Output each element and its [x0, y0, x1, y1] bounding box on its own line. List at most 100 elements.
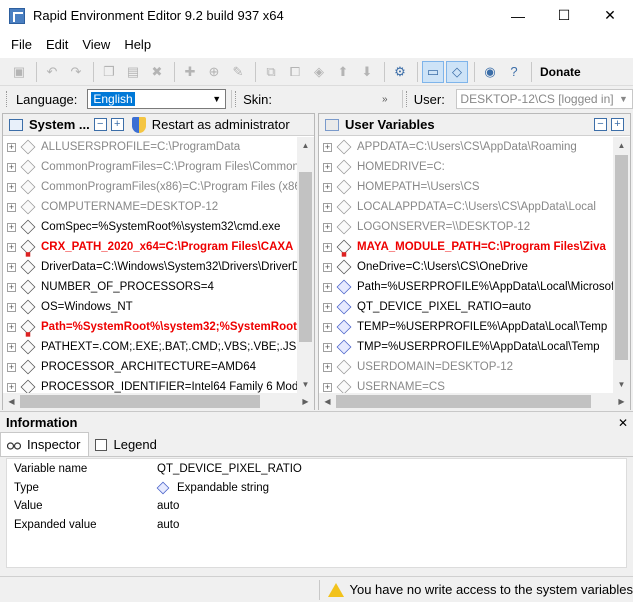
expand-icon[interactable]: +	[7, 202, 16, 212]
menu-view[interactable]: View	[75, 37, 117, 52]
list-item[interactable]: + Path=%USERPROFILE%\AppData\Local\Micros…	[319, 277, 613, 297]
save-icon[interactable]: ▣	[8, 61, 30, 83]
expand-icon[interactable]: +	[323, 142, 332, 152]
menu-edit[interactable]: Edit	[39, 37, 75, 52]
list-item[interactable]: + HOMEPATH=\Users\CS	[319, 177, 613, 197]
list-item[interactable]: + CommonProgramFiles(x86)=C:\Program File…	[3, 177, 297, 197]
list-item[interactable]: + COMPUTERNAME=DESKTOP-12	[3, 197, 297, 217]
clone-icon[interactable]: ⧠	[284, 61, 306, 83]
expand-icon[interactable]: +	[7, 362, 16, 372]
redo-icon[interactable]: ↷	[65, 61, 87, 83]
system-horizontal-scrollbar[interactable]: ◀ ▶	[3, 393, 314, 410]
list-item[interactable]: + LOCALAPPDATA=C:\Users\CS\AppData\Local	[319, 197, 613, 217]
collapse-all-button[interactable]: −	[594, 118, 607, 131]
maximize-button[interactable]: ☐	[541, 0, 587, 31]
scroll-down-icon[interactable]: ▼	[297, 376, 314, 393]
list-item[interactable]: + PROCESSOR_IDENTIFIER=Intel64 Family 6 M…	[3, 377, 297, 393]
expand-icon[interactable]: +	[323, 342, 332, 352]
scroll-left-icon[interactable]: ◀	[3, 393, 20, 410]
list-item[interactable]: + PROCESSOR_ARCHITECTURE=AMD64	[3, 357, 297, 377]
list-item[interactable]: + PATHEXT=.COM;.EXE;.BAT;.CMD;.VBS;.VBE;.…	[3, 337, 297, 357]
info-panel-icon[interactable]: ▭	[422, 60, 444, 83]
list-item[interactable]: + DriverData=C:\Windows\System32\Drivers\…	[3, 257, 297, 277]
expand-icon[interactable]: +	[7, 282, 16, 292]
menu-help[interactable]: Help	[117, 37, 158, 52]
expand-icon[interactable]: +	[7, 182, 16, 192]
list-item[interactable]: + NUMBER_OF_PROCESSORS=4	[3, 277, 297, 297]
expand-icon[interactable]: +	[323, 242, 332, 252]
list-item[interactable]: + TEMP=%USERPROFILE%\AppData\Local\Temp	[319, 317, 613, 337]
tab-inspector[interactable]: Inspector	[0, 432, 90, 456]
user-vertical-scrollbar[interactable]: ▲ ▼	[613, 137, 630, 393]
collapse-all-button[interactable]: −	[93, 118, 107, 131]
expand-icon[interactable]: +	[7, 302, 16, 312]
minimize-button[interactable]: —	[495, 0, 541, 31]
chevron-down-icon[interactable]: ▼	[615, 90, 632, 108]
expand-icon[interactable]: +	[7, 342, 16, 352]
scroll-thumb[interactable]	[615, 155, 628, 360]
menu-file[interactable]: File	[4, 37, 39, 52]
scroll-down-icon[interactable]: ▼	[613, 376, 630, 393]
expand-icon[interactable]: +	[323, 222, 332, 232]
list-item[interactable]: + USERNAME=CS	[319, 377, 613, 393]
move-down-icon[interactable]: ⬇	[356, 61, 378, 83]
web-icon[interactable]: ◉	[479, 61, 501, 83]
scroll-right-icon[interactable]: ▶	[613, 393, 630, 410]
restart-as-admin-button[interactable]: Restart as administrator	[152, 117, 290, 132]
tab-legend[interactable]: Legend	[89, 433, 164, 456]
list-item[interactable]: + USERDOMAIN=DESKTOP-12	[319, 357, 613, 377]
drag-handle[interactable]	[235, 91, 243, 107]
paste-icon[interactable]: ▤	[122, 61, 144, 83]
copy-icon[interactable]: ❐	[98, 61, 120, 83]
expand-icon[interactable]: +	[7, 222, 16, 232]
scroll-thumb[interactable]	[20, 395, 260, 408]
scroll-left-icon[interactable]: ◀	[319, 393, 336, 410]
list-item[interactable]: + QT_DEVICE_PIXEL_RATIO=auto	[319, 297, 613, 317]
list-item[interactable]: + TMP=%USERPROFILE%\AppData\Local\Temp	[319, 337, 613, 357]
user-horizontal-scrollbar[interactable]: ◀ ▶	[319, 393, 630, 410]
drag-handle[interactable]	[405, 91, 414, 107]
undo-icon[interactable]: ↶	[41, 61, 63, 83]
expand-icon[interactable]: +	[323, 162, 332, 172]
tag-icon[interactable]: ◈	[308, 61, 330, 83]
chevron-down-icon[interactable]: ▼	[208, 90, 225, 108]
expand-icon[interactable]: +	[323, 302, 332, 312]
expand-icon[interactable]: +	[7, 162, 16, 172]
list-item[interactable]: + APPDATA=C:\Users\CS\AppData\Roaming	[319, 137, 613, 157]
expand-icon[interactable]: +	[7, 262, 16, 272]
add-variable-icon[interactable]: ✚	[179, 61, 201, 83]
list-item[interactable]: + ComSpec=%SystemRoot%\system32\cmd.exe	[3, 217, 297, 237]
list-item[interactable]: + LOGONSERVER=\\DESKTOP-12	[319, 217, 613, 237]
scroll-thumb[interactable]	[336, 395, 591, 408]
close-button[interactable]: ✕	[587, 0, 633, 31]
donate-button[interactable]: Donate	[536, 65, 585, 79]
system-vertical-scrollbar[interactable]: ▲ ▼	[297, 137, 314, 393]
expand-icon[interactable]: +	[323, 322, 332, 332]
list-item[interactable]: + Path=%SystemRoot%\system32;%SystemRoot%	[3, 317, 297, 337]
edit-icon[interactable]: ✎	[227, 61, 249, 83]
language-select[interactable]: English ▼	[87, 89, 227, 109]
add-value-icon[interactable]: ⊕	[203, 61, 225, 83]
expand-icon[interactable]: +	[7, 382, 16, 392]
list-item[interactable]: + OneDrive=C:\Users\CS\OneDrive	[319, 257, 613, 277]
scroll-up-icon[interactable]: ▲	[613, 137, 630, 154]
scroll-thumb[interactable]	[299, 172, 312, 342]
drag-handle[interactable]	[6, 91, 14, 107]
scroll-right-icon[interactable]: ▶	[297, 393, 314, 410]
list-item[interactable]: + HOMEDRIVE=C:	[319, 157, 613, 177]
expand-icon[interactable]: +	[7, 142, 16, 152]
move-up-icon[interactable]: ⬆	[332, 61, 354, 83]
duplicate-icon[interactable]: ⧉	[260, 61, 282, 83]
expand-icon[interactable]: +	[323, 362, 332, 372]
list-item[interactable]: + MAYA_MODULE_PATH=C:\Program Files\Ziva	[319, 237, 613, 257]
list-item[interactable]: + CRX_PATH_2020_x64=C:\Program Files\CAXA	[3, 237, 297, 257]
legend-icon[interactable]: ◇	[446, 60, 468, 83]
delete-icon[interactable]: ✖	[146, 61, 168, 83]
settings-gear-icon[interactable]: ⚙	[389, 61, 411, 83]
user-select[interactable]: DESKTOP-12\CS [logged in] ▼	[456, 89, 633, 109]
list-item[interactable]: + ALLUSERSPROFILE=C:\ProgramData	[3, 137, 297, 157]
list-item[interactable]: + CommonProgramFiles=C:\Program Files\Com…	[3, 157, 297, 177]
expand-all-button[interactable]: +	[110, 118, 124, 131]
expand-all-button[interactable]: +	[611, 118, 624, 131]
help-icon[interactable]: ?	[503, 61, 525, 83]
